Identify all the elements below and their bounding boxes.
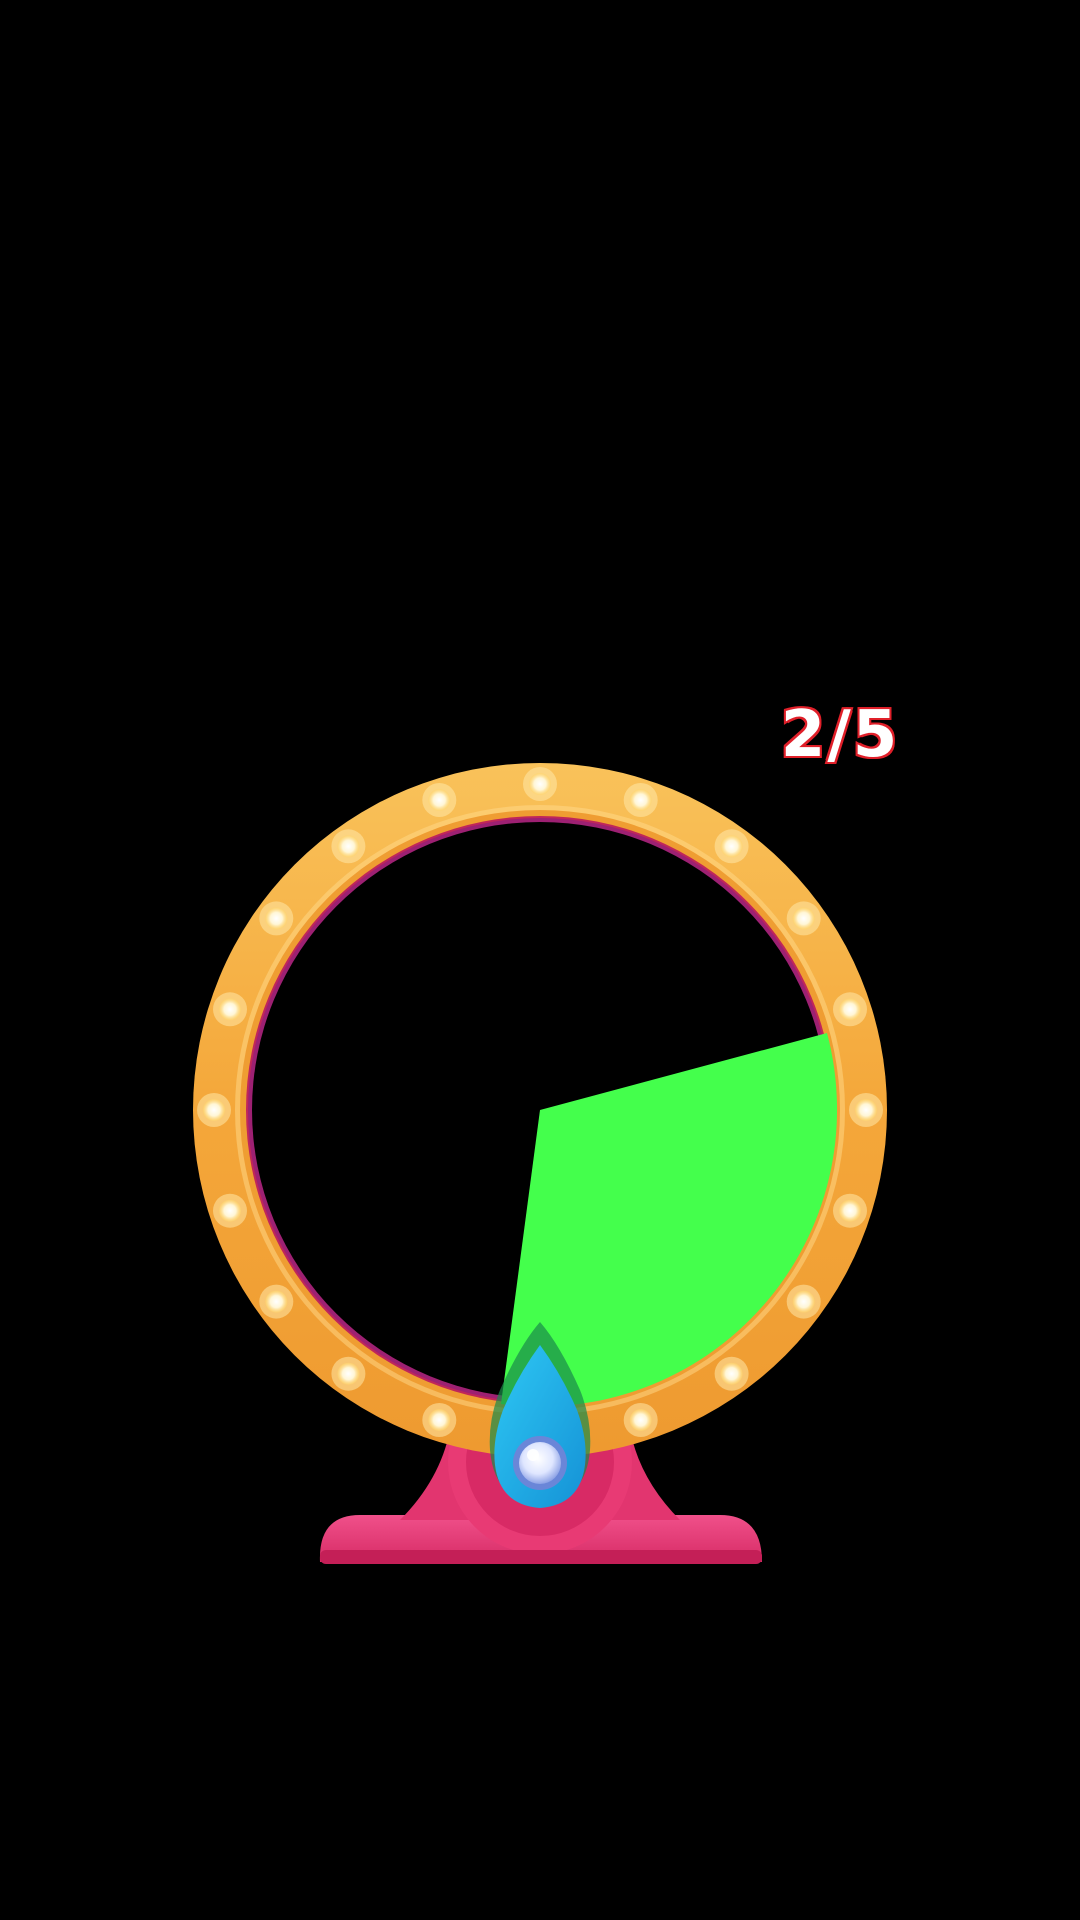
- game-screen: 2/5: [0, 0, 1080, 1920]
- light-bulb-icon: [337, 1362, 360, 1385]
- spin-counter: 2/5: [779, 696, 900, 774]
- prize-wheel[interactable]: [0, 0, 1080, 1920]
- light-bulb-icon: [855, 1099, 877, 1121]
- light-bulb-icon: [839, 998, 861, 1021]
- light-bulb-icon: [203, 1099, 225, 1121]
- light-bulb-icon: [629, 1409, 652, 1431]
- light-bulb-icon: [629, 789, 652, 811]
- light-bulb-icon: [265, 907, 288, 930]
- light-bulb-icon: [428, 789, 451, 811]
- light-bulb-icon: [792, 907, 815, 930]
- light-bulb-icon: [792, 1290, 815, 1313]
- light-bulb-icon: [839, 1199, 861, 1222]
- light-bulb-icon: [219, 1199, 241, 1222]
- light-bulb-icon: [529, 773, 551, 795]
- light-bulb-icon: [337, 835, 360, 858]
- light-bulb-icon: [265, 1290, 288, 1313]
- light-bulb-icon: [720, 1362, 743, 1385]
- light-bulb-icon: [428, 1409, 451, 1431]
- light-bulb-icon: [720, 835, 743, 858]
- light-bulb-icon: [219, 998, 241, 1021]
